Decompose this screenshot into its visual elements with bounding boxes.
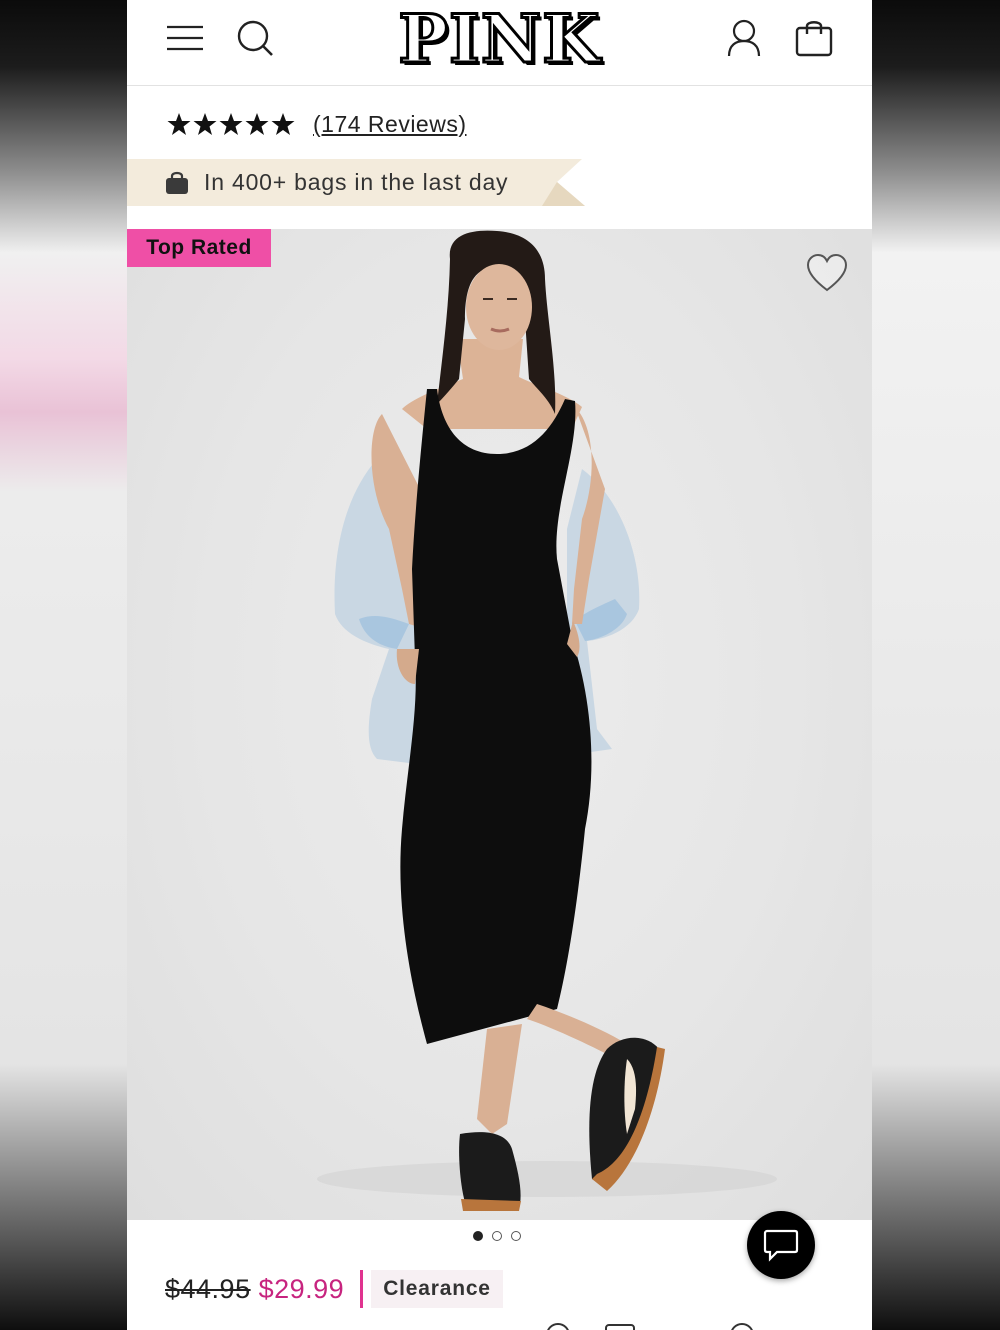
- star-icon: [219, 113, 243, 135]
- background-left: [0, 0, 127, 1330]
- background-right: [872, 0, 1000, 1330]
- product-page: PINK (174 Reviews) In 400+ bags in the l…: [127, 0, 872, 1330]
- chat-bubble-icon: [763, 1229, 799, 1262]
- star-icon: [193, 113, 217, 135]
- star-icon: [167, 113, 191, 135]
- sale-price: $29.99: [258, 1273, 345, 1304]
- carousel-dot-1[interactable]: [473, 1231, 483, 1241]
- product-photo: [317, 230, 777, 1211]
- shopping-bag-icon[interactable]: [794, 18, 834, 58]
- partial-icon: [605, 1324, 635, 1330]
- price-row: $44.95 $29.99 Clearance: [165, 1268, 503, 1310]
- carousel-dot-3[interactable]: [511, 1231, 521, 1241]
- bag-icon: [165, 171, 189, 195]
- star-icon: [271, 113, 295, 135]
- rating-row: (174 Reviews): [167, 106, 467, 142]
- price-divider: [360, 1270, 364, 1308]
- popularity-banner: In 400+ bags in the last day: [127, 159, 587, 206]
- partial-icon: [731, 1323, 753, 1330]
- star-rating: [167, 112, 295, 136]
- carousel-dot-2[interactable]: [492, 1231, 502, 1241]
- user-icon[interactable]: [724, 18, 764, 58]
- top-header: PINK: [127, 0, 872, 86]
- hamburger-menu-icon[interactable]: [165, 18, 205, 58]
- heart-icon[interactable]: [805, 253, 849, 293]
- clearance-tag: Clearance: [371, 1270, 503, 1308]
- reviews-link[interactable]: (174 Reviews): [313, 111, 467, 138]
- partial-icon: [547, 1323, 569, 1330]
- chat-button[interactable]: [747, 1211, 815, 1279]
- top-rated-badge: Top Rated: [127, 229, 271, 267]
- product-image-carousel[interactable]: Top Rated: [127, 229, 872, 1220]
- original-price: $44.95: [165, 1273, 251, 1304]
- star-icon: [245, 113, 269, 135]
- popularity-text: In 400+ bags in the last day: [204, 169, 509, 195]
- search-icon[interactable]: [235, 18, 275, 58]
- brand-logo[interactable]: PINK: [397, 3, 602, 76]
- carousel-pagination: [473, 1231, 521, 1241]
